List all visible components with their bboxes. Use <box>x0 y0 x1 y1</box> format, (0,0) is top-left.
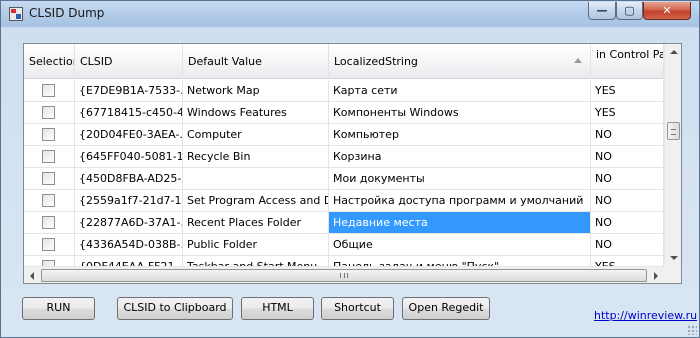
html-button[interactable]: HTML <box>241 297 314 320</box>
row-checkbox[interactable] <box>42 194 55 207</box>
selection-cell <box>24 234 75 256</box>
selection-cell <box>24 124 75 146</box>
vertical-scroll-thumb[interactable] <box>667 122 680 140</box>
column-header-localized-string[interactable]: LocalizedString <box>329 44 591 79</box>
clsid-cell[interactable]: {E7DE9B1A-7533-... <box>75 80 183 102</box>
localized-string-cell[interactable]: Настройка доступа программ и умолчаний <box>329 190 591 212</box>
row-checkbox[interactable] <box>42 106 55 119</box>
clsid-cell[interactable]: {22877A6D-37A1-... <box>75 212 183 234</box>
selection-cell <box>24 102 75 124</box>
default-value-cell[interactable]: Computer <box>183 124 329 146</box>
minimize-button[interactable]: — <box>588 2 616 20</box>
resize-grip-icon[interactable] <box>687 325 697 335</box>
default-value-cell[interactable]: Windows Features <box>183 102 329 124</box>
table-row[interactable]: {20D04FE0-3AEA-... Computer Компьютер NO <box>24 124 664 146</box>
control-panel-cell[interactable]: YES <box>591 102 664 124</box>
scroll-up-arrow-icon[interactable] <box>670 50 678 54</box>
table-row[interactable]: {22877A6D-37A1-... Recent Places Folder Не… <box>24 212 664 234</box>
shortcut-button[interactable]: Shortcut <box>321 297 394 320</box>
app-icon <box>9 7 23 21</box>
table-row[interactable]: {450D8FBA-AD25-... Мои документы NO <box>24 168 664 190</box>
localized-string-cell[interactable]: Недавние места <box>329 212 591 234</box>
selection-cell <box>24 146 75 168</box>
vertical-scrollbar[interactable] <box>664 44 681 266</box>
selection-cell <box>24 80 75 102</box>
table-row[interactable]: {645FF040-5081-1... Recycle Bin Корзина NO <box>24 146 664 168</box>
window-title: CLSID Dump <box>29 6 105 20</box>
website-link[interactable]: http://winreview.ru <box>594 309 697 322</box>
table-row[interactable]: {E7DE9B1A-7533-... Network Map Карта сети Y… <box>24 80 664 102</box>
table-row[interactable]: {4336A54D-038B-... Public Folder Общие NO <box>24 234 664 256</box>
control-panel-cell[interactable]: YES <box>591 80 664 102</box>
control-panel-cell[interactable]: NO <box>591 212 664 234</box>
horizontal-scroll-thumb[interactable] <box>41 269 647 282</box>
row-checkbox[interactable] <box>42 84 55 97</box>
scroll-left-arrow-icon[interactable] <box>30 272 34 280</box>
clsid-cell[interactable]: {67718415-c450-4f... <box>75 102 183 124</box>
localized-string-cell[interactable]: Компоненты Windows <box>329 102 591 124</box>
default-value-cell[interactable]: Set Program Access and D... <box>183 190 329 212</box>
control-panel-cell[interactable]: NO <box>591 124 664 146</box>
maximize-button[interactable]: ▢ <box>616 2 643 20</box>
column-header-localized-label: LocalizedString <box>334 55 418 68</box>
control-panel-cell[interactable]: NO <box>591 190 664 212</box>
clsid-cell[interactable]: {645FF040-5081-1... <box>75 146 183 168</box>
scroll-right-arrow-icon[interactable] <box>654 272 658 280</box>
run-button[interactable]: RUN <box>22 297 95 320</box>
clsid-to-clipboard-button[interactable]: CLSID to Clipboard <box>117 297 233 320</box>
column-header-in-control-panel[interactable]: in Control Panel <box>591 44 664 79</box>
clsid-cell[interactable]: {4336A54D-038B-... <box>75 234 183 256</box>
column-header-default-value[interactable]: Default Value <box>183 44 329 79</box>
close-button[interactable]: ✕ <box>643 2 691 20</box>
column-header-clsid[interactable]: CLSID <box>75 44 183 79</box>
row-checkbox[interactable] <box>42 128 55 141</box>
scrollbar-corner <box>664 266 681 283</box>
selection-cell <box>24 190 75 212</box>
clsid-grid[interactable]: Selection CLSID Default Value LocalizedS… <box>23 43 682 284</box>
scroll-down-arrow-icon[interactable] <box>670 256 678 260</box>
column-header-selection[interactable]: Selection <box>24 44 75 79</box>
clsid-cell[interactable]: {2559a1f7-21d7-11... <box>75 190 183 212</box>
row-checkbox[interactable] <box>42 216 55 229</box>
row-checkbox[interactable] <box>42 150 55 163</box>
default-value-cell[interactable]: Network Map <box>183 80 329 102</box>
localized-string-cell[interactable]: Компьютер <box>329 124 591 146</box>
localized-string-cell[interactable]: Мои документы <box>329 168 591 190</box>
clsid-cell[interactable]: {20D04FE0-3AEA-... <box>75 124 183 146</box>
title-bar[interactable]: CLSID Dump — ▢ ✕ <box>1 1 699 27</box>
control-panel-cell[interactable]: NO <box>591 168 664 190</box>
localized-string-cell[interactable]: Корзина <box>329 146 591 168</box>
localized-string-cell[interactable]: Карта сети <box>329 80 591 102</box>
localized-string-cell[interactable]: Общие <box>329 234 591 256</box>
table-row[interactable]: {2559a1f7-21d7-11...Set Program Access a… <box>24 190 664 212</box>
horizontal-scrollbar[interactable] <box>24 266 664 283</box>
clsid-cell[interactable]: {450D8FBA-AD25-... <box>75 168 183 190</box>
default-value-cell[interactable]: Public Folder <box>183 234 329 256</box>
selection-cell <box>24 212 75 234</box>
selection-cell <box>24 168 75 190</box>
scroll-grip-icon <box>340 273 348 278</box>
row-checkbox[interactable] <box>42 172 55 185</box>
open-regedit-button[interactable]: Open Regedit <box>402 297 490 320</box>
default-value-cell[interactable] <box>183 168 329 190</box>
app-window: CLSID Dump — ▢ ✕ Selection CLSID Default… <box>0 0 700 338</box>
default-value-cell[interactable]: Recycle Bin <box>183 146 329 168</box>
row-checkbox[interactable] <box>42 238 55 251</box>
sort-ascending-icon <box>574 58 582 63</box>
control-panel-cell[interactable]: NO <box>591 234 664 256</box>
control-panel-cell[interactable]: NO <box>591 146 664 168</box>
grid-header: Selection CLSID Default Value LocalizedS… <box>24 44 664 79</box>
default-value-cell[interactable]: Recent Places Folder <box>183 212 329 234</box>
table-row[interactable]: {67718415-c450-4f...Windows FeaturesКомп… <box>24 102 664 124</box>
